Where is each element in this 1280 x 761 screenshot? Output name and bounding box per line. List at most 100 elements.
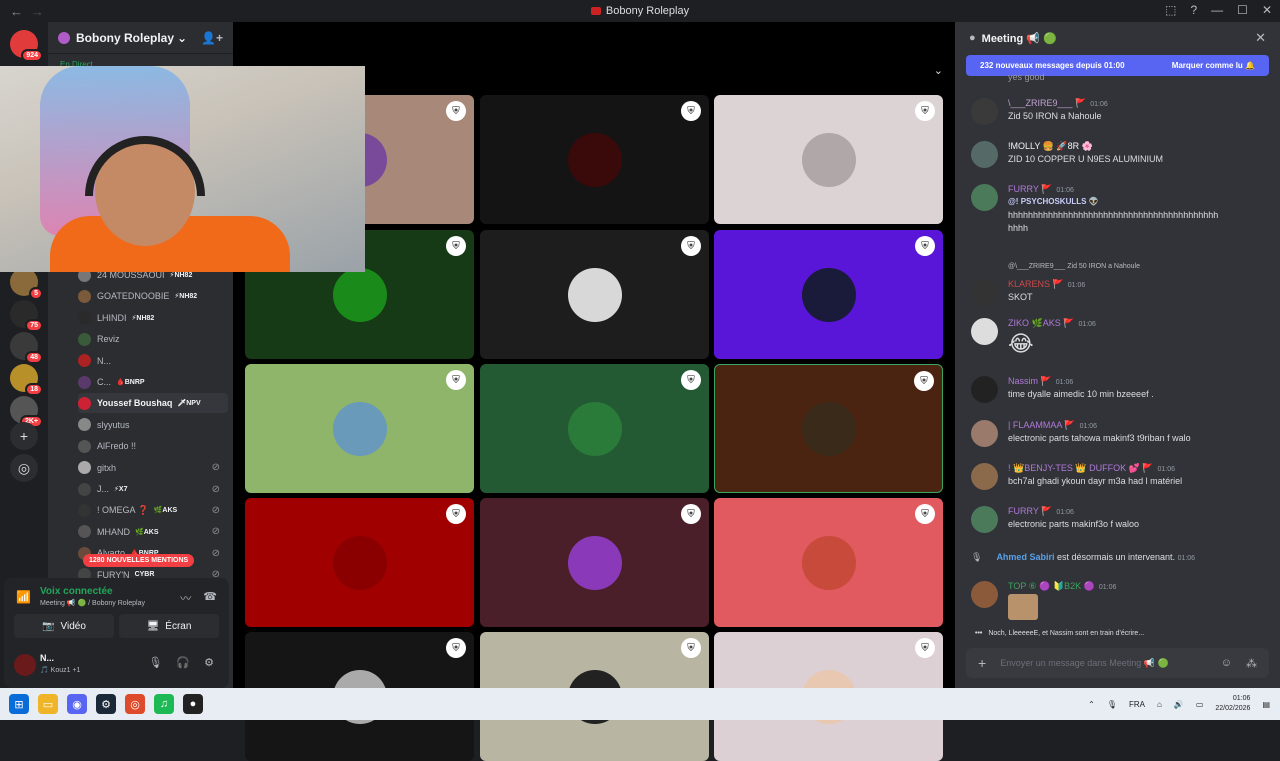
voice-member[interactable]: AlFredo !! xyxy=(78,436,228,456)
author-avatar[interactable] xyxy=(971,376,998,403)
participant-tile[interactable]: ⛨ xyxy=(480,498,709,627)
author-name[interactable]: TOP ⑥ 🟣 🔰B2K 🟣 xyxy=(1008,581,1095,591)
video-button[interactable]: 📷 Vidéo xyxy=(14,614,114,638)
voice-member[interactable]: Youssef Boushaq 🗡NPV xyxy=(78,393,228,414)
voice-member[interactable]: LHINDI ⚡NH82 xyxy=(78,308,228,328)
message-time: 01:06 xyxy=(1157,466,1176,473)
clock[interactable]: 01:06 22/02/2026 xyxy=(1215,694,1250,714)
participant-tile[interactable]: ⛨ xyxy=(714,230,943,359)
apps-icon[interactable]: ⁂ xyxy=(1246,657,1257,670)
language[interactable]: FRA xyxy=(1129,700,1145,709)
invite-people-icon[interactable]: 👤+ xyxy=(201,31,223,45)
discover-icon[interactable]: ◎ xyxy=(10,454,38,482)
author-name[interactable]: ZIKO 🌿AKS 🚩 xyxy=(1008,318,1074,328)
close-window-button[interactable]: ✕ xyxy=(1262,3,1272,17)
participant-tile[interactable]: ⛨ xyxy=(480,364,709,493)
voice-member[interactable]: GOATEDNOOBIE ⚡NH82 xyxy=(78,286,228,306)
steam-icon[interactable]: ⚙ xyxy=(96,694,116,714)
message-text: 😂 xyxy=(1008,331,1034,356)
voice-member[interactable]: N... xyxy=(78,351,228,371)
message-time: 01:06 xyxy=(1098,584,1117,591)
discord-icon[interactable]: ◉ xyxy=(67,694,87,714)
voice-member[interactable]: ! OMEGA ❓ 🌿AKS ⊘ xyxy=(78,500,228,520)
user-avatar[interactable] xyxy=(14,654,36,676)
app-icon[interactable]: ● xyxy=(183,694,203,714)
username: N... xyxy=(40,653,55,663)
voice-member[interactable]: Reviz xyxy=(78,329,228,349)
member-name: LHINDI xyxy=(97,312,127,323)
emoji-icon[interactable]: ☺ xyxy=(1221,657,1232,670)
server-icon[interactable]: 2K+ xyxy=(10,396,43,428)
server-icon[interactable]: 75 xyxy=(10,300,43,332)
chat-header: ● Meeting 📢 🟢 ✕ xyxy=(955,22,1280,54)
screen-share-button[interactable]: 🖥 Écran xyxy=(119,614,219,638)
file-explorer-icon[interactable]: ▭ xyxy=(38,694,58,714)
noise-suppression-icon[interactable]: 〰 xyxy=(180,590,191,606)
settings-gear-icon[interactable]: ⚙ xyxy=(204,656,214,669)
maximize-button[interactable]: ☐ xyxy=(1237,3,1248,17)
start-icon[interactable]: ⊞ xyxy=(9,694,29,714)
voice-member[interactable]: gitxh ⊘ xyxy=(78,458,228,478)
chrome-icon[interactable]: ◎ xyxy=(125,694,145,714)
author-avatar[interactable] xyxy=(971,506,998,533)
author-name[interactable]: !MOLLY 🍔 🚀8R 🌸 xyxy=(1008,141,1093,151)
author-avatar[interactable] xyxy=(971,279,998,306)
mic-icon[interactable]: 🎙 xyxy=(148,656,162,669)
participant-tile[interactable]: ⛨ xyxy=(714,95,943,224)
participant-tile[interactable]: ⛨ xyxy=(245,364,474,493)
author-name[interactable]: | FLAAMMAA 🚩 xyxy=(1008,420,1076,430)
notification-icon[interactable]: ▤ xyxy=(1262,700,1270,709)
chevron-down-icon[interactable]: ⌄ xyxy=(934,64,943,77)
author-name[interactable]: KLARENS 🚩 xyxy=(1008,279,1064,289)
inbox-icon[interactable]: ⬚ xyxy=(1165,3,1176,17)
author-name[interactable]: ! 👑BENJY-TES 👑 DUFFOK 💕 🚩 xyxy=(1008,463,1154,473)
avatar xyxy=(78,289,91,303)
author-avatar[interactable] xyxy=(971,318,998,345)
discord-home-icon[interactable]: 924 xyxy=(10,30,43,62)
author-avatar[interactable] xyxy=(971,581,998,608)
participant-tile[interactable]: ⛨ xyxy=(480,230,709,359)
disconnect-icon[interactable]: ☎ xyxy=(203,590,217,606)
author-avatar[interactable] xyxy=(971,141,998,168)
mic-tray-icon[interactable]: 🎙 xyxy=(1107,700,1117,709)
author-name[interactable]: Nassim 🚩 xyxy=(1008,376,1052,386)
server-header[interactable]: Bobony Roleplay ⌄ 👤+ xyxy=(48,22,233,54)
author-name[interactable]: FURRY 🚩 xyxy=(1008,506,1052,516)
minimize-button[interactable]: — xyxy=(1211,3,1223,17)
member-tag: 🩸BNRP xyxy=(116,379,145,386)
voice-member[interactable]: C... 🩸BNRP xyxy=(78,372,228,392)
author-avatar[interactable] xyxy=(971,98,998,125)
author-avatar[interactable] xyxy=(971,463,998,490)
author-avatar[interactable] xyxy=(971,184,998,211)
mark-read-button[interactable]: Marquer comme lu 🔔 xyxy=(1172,61,1255,70)
close-chat-button[interactable]: ✕ xyxy=(1255,30,1266,46)
author-name[interactable]: FURRY 🚩 xyxy=(1008,184,1052,194)
voice-member[interactable]: slyyutus xyxy=(78,415,228,435)
message-input[interactable]: + Envoyer un message dans Meeting 📢 🟢 ☺ ⁂ xyxy=(966,648,1269,678)
headphones-icon[interactable]: 🎧 xyxy=(176,656,190,669)
spotify-icon[interactable]: ♫ xyxy=(154,694,174,714)
window-title: Bobony Roleplay xyxy=(0,5,1280,17)
chevron-up-icon[interactable]: ⌃ xyxy=(1088,700,1095,709)
add-server-icon[interactable]: + xyxy=(10,422,38,450)
shield-icon: ⛨ xyxy=(446,370,466,390)
voice-member[interactable]: J... ⚡X7 ⊘ xyxy=(78,479,228,499)
battery-icon[interactable]: ▭ xyxy=(1196,700,1204,709)
voice-member[interactable]: MHAND 🌿AKS ⊘ xyxy=(78,522,228,542)
participant-tile[interactable]: ⛨ xyxy=(714,498,943,627)
mentions-badge[interactable]: 1280 NOUVELLES MENTIONS xyxy=(83,554,195,567)
participant-tile[interactable]: ⛨ xyxy=(714,364,943,493)
author-avatar[interactable] xyxy=(971,420,998,447)
volume-icon[interactable]: 🔊 xyxy=(1174,700,1184,709)
author-name[interactable]: \___ZRIRE9___ 🚩 xyxy=(1008,98,1086,108)
help-icon[interactable]: ? xyxy=(1190,3,1197,17)
attach-plus-icon[interactable]: + xyxy=(978,655,986,671)
participant-avatar xyxy=(801,132,856,187)
server-icon[interactable]: 5 xyxy=(10,268,43,300)
participant-tile[interactable]: ⛨ xyxy=(245,498,474,627)
server-icon[interactable]: 18 xyxy=(10,364,43,396)
avatar xyxy=(78,375,91,389)
network-icon[interactable]: ⌂ xyxy=(1157,700,1162,709)
participant-tile[interactable]: ⛨ xyxy=(480,95,709,224)
server-icon[interactable]: 48 xyxy=(10,332,43,364)
